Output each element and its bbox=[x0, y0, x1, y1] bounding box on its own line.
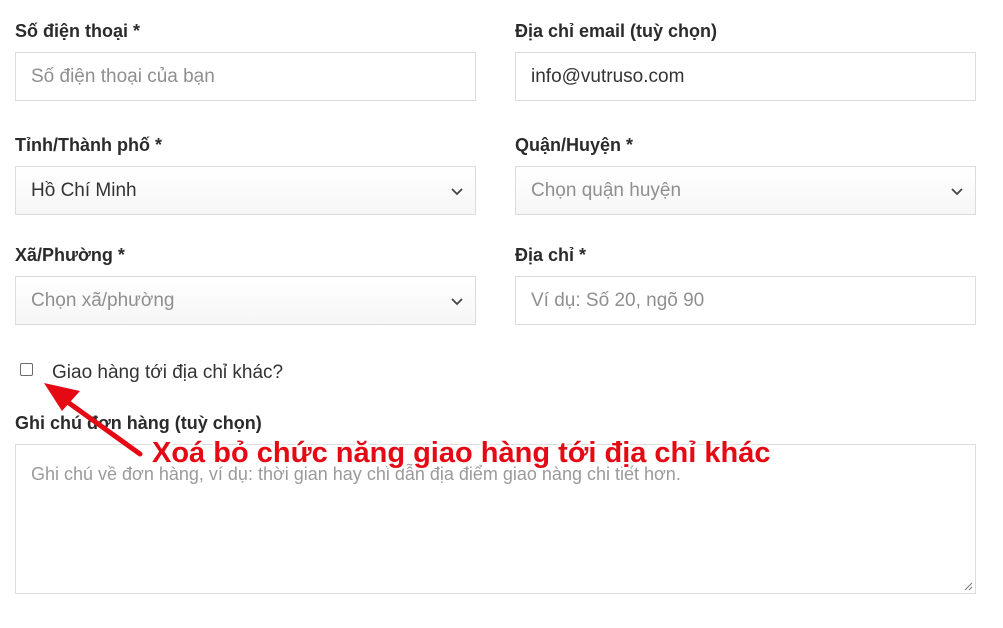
ward-select[interactable]: Chọn xã/phường bbox=[15, 276, 476, 325]
address-label: Địa chỉ * bbox=[515, 245, 587, 265]
address-input[interactable]: Ví dụ: Số 20, ngõ 90 bbox=[515, 276, 976, 325]
chevron-down-icon bbox=[451, 298, 463, 306]
order-notes-label: Ghi chú đơn hàng (tuỳ chọn) bbox=[15, 413, 262, 433]
resize-grip-icon[interactable] bbox=[963, 581, 973, 591]
district-placeholder: Chọn quận huyện bbox=[531, 180, 682, 201]
province-select[interactable]: Hồ Chí Minh bbox=[15, 166, 476, 215]
chevron-down-icon bbox=[451, 188, 463, 196]
district-select[interactable]: Chọn quận huyện bbox=[515, 166, 976, 215]
ship-different-checkbox[interactable] bbox=[20, 363, 33, 376]
ward-label: Xã/Phường * bbox=[15, 245, 125, 265]
email-value: info@vutruso.com bbox=[531, 66, 685, 87]
address-placeholder: Ví dụ: Số 20, ngõ 90 bbox=[531, 290, 705, 311]
phone-label: Số điện thoại * bbox=[15, 21, 141, 41]
email-label: Địa chỉ email (tuỳ chọn) bbox=[515, 21, 718, 41]
phone-placeholder: Số điện thoại của bạn bbox=[31, 66, 215, 87]
province-label: Tỉnh/Thành phố * bbox=[15, 135, 162, 155]
ship-different-label[interactable]: Giao hàng tới địa chỉ khác? bbox=[52, 361, 283, 385]
email-input[interactable]: info@vutruso.com bbox=[515, 52, 976, 101]
province-selected: Hồ Chí Minh bbox=[31, 180, 137, 201]
chevron-down-icon bbox=[951, 188, 963, 196]
ward-placeholder: Chọn xã/phường bbox=[31, 290, 175, 311]
annotation-text: Xoá bỏ chức năng giao hàng tới địa chỉ k… bbox=[152, 437, 771, 469]
district-label: Quận/Huyện * bbox=[515, 135, 634, 155]
phone-input[interactable]: Số điện thoại của bạn bbox=[15, 52, 476, 101]
